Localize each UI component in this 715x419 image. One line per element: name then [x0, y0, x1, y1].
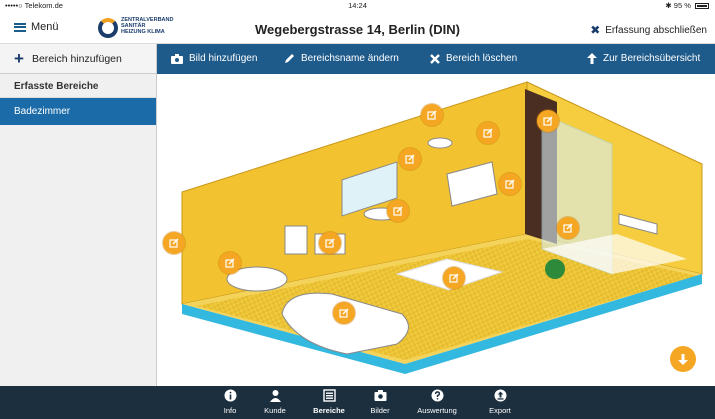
edit-marker-icon[interactable]	[557, 217, 579, 239]
list-icon	[322, 389, 336, 402]
edit-marker-icon[interactable]	[387, 200, 409, 222]
add-area-button[interactable]: + Bereich hinzufügen	[0, 44, 157, 74]
arrow-up-icon	[587, 53, 597, 64]
battery-indicator: ✱ 95 %	[665, 1, 709, 10]
bottom-tab-bar: Info Kunde Bereiche Bilder Auswertung Ex…	[0, 386, 715, 419]
edit-marker-icon[interactable]	[421, 104, 443, 126]
hand-basin	[427, 137, 453, 149]
plus-icon: +	[14, 48, 24, 68]
edit-marker-icon[interactable]	[219, 252, 241, 274]
finish-capture-label: Erfassung abschließen	[605, 24, 707, 36]
edit-marker-icon[interactable]	[499, 173, 521, 195]
edit-marker-icon[interactable]	[477, 122, 499, 144]
finish-capture-button[interactable]: ✖ Erfassung abschließen	[590, 23, 707, 37]
tab-bilder[interactable]: Bilder	[355, 389, 405, 415]
rename-area-button[interactable]: Bereichsname ändern	[284, 53, 399, 64]
tab-bereiche[interactable]: Bereiche	[304, 389, 354, 415]
delete-area-button[interactable]: Bereich löschen	[430, 53, 517, 64]
edit-marker-icon[interactable]	[443, 267, 465, 289]
tab-export[interactable]: Export	[475, 389, 525, 415]
add-image-label: Bild hinzufügen	[189, 53, 258, 64]
sidebar-item-badezimmer[interactable]: Badezimmer	[0, 98, 156, 125]
status-bar: •••••○ Telekom.de 14:24 ✱ 95 %	[0, 0, 715, 10]
app-header: Menü ZENTRALVERBAND SANITÄR HEIZUNG KLIM…	[0, 10, 715, 44]
battery-icon	[695, 3, 709, 9]
arrow-down-icon	[678, 353, 688, 365]
pencil-icon	[285, 54, 294, 63]
area-sidebar: Erfasste Bereiche Badezimmer	[0, 74, 157, 386]
room-view	[157, 74, 715, 386]
clock: 14:24	[348, 1, 367, 10]
close-icon: ✖	[590, 23, 601, 37]
rename-area-label: Bereichsname ändern	[301, 53, 399, 64]
scroll-down-button[interactable]	[670, 346, 696, 372]
edit-marker-icon[interactable]	[333, 302, 355, 324]
info-icon	[224, 389, 236, 402]
captured-areas-heading: Erfasste Bereiche	[0, 74, 156, 98]
battery-label: 95 %	[673, 1, 691, 10]
add-image-button[interactable]: Bild hinzufügen	[171, 53, 257, 64]
camera-icon	[374, 390, 386, 401]
export-icon	[494, 389, 506, 402]
bluetooth-icon: ✱	[665, 1, 672, 10]
area-toolbar: Bild hinzufügen Bereichsname ändern Bere…	[157, 44, 715, 74]
question-icon	[431, 389, 443, 402]
edit-marker-icon[interactable]	[537, 110, 559, 132]
delete-area-label: Bereich löschen	[446, 53, 518, 64]
area-overview-button[interactable]: Zur Bereichsübersicht	[587, 53, 700, 64]
delete-x-icon	[430, 53, 440, 64]
area-overview-label: Zur Bereichsübersicht	[603, 53, 701, 64]
add-area-label: Bereich hinzufügen	[31, 52, 122, 65]
edit-marker-icon[interactable]	[399, 148, 421, 170]
plant	[545, 259, 565, 279]
edit-marker-icon[interactable]	[319, 232, 341, 254]
edit-marker-icon[interactable]	[163, 232, 185, 254]
tab-auswertung[interactable]: Auswertung	[412, 389, 462, 415]
tab-info[interactable]: Info	[205, 389, 255, 415]
person-icon	[269, 390, 281, 402]
toilet	[284, 225, 308, 255]
camera-icon	[171, 53, 183, 64]
tab-kunde[interactable]: Kunde	[250, 389, 300, 415]
